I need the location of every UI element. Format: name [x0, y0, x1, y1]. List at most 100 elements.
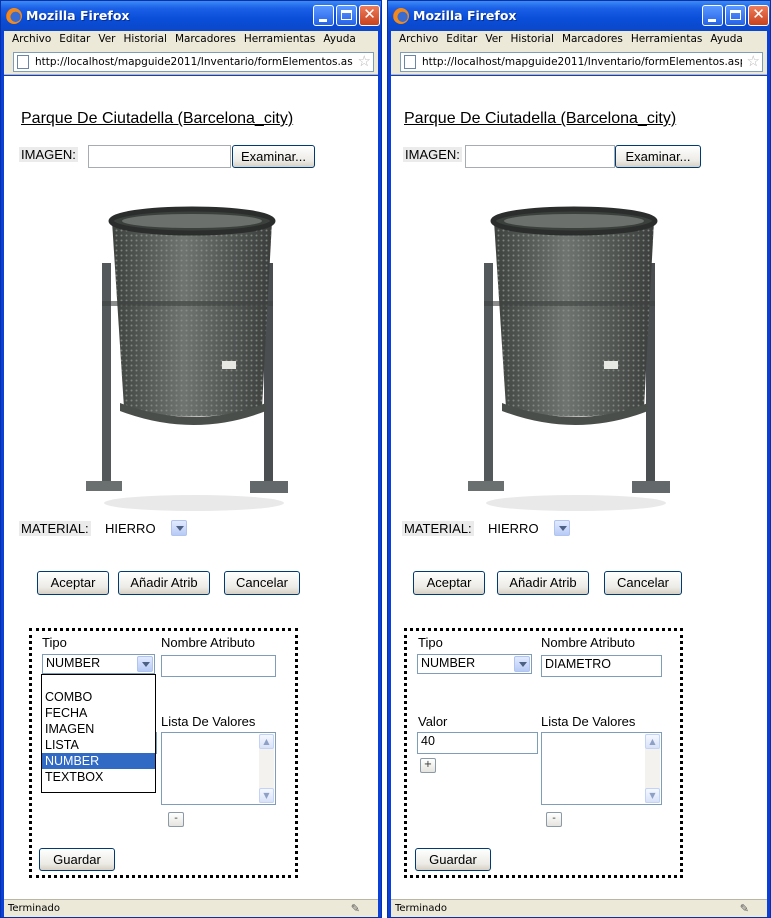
save-button[interactable]: Guardar — [415, 848, 491, 871]
tipo-label: Tipo — [418, 635, 443, 650]
menu-archivo[interactable]: Archivo — [12, 33, 51, 45]
valor-label: Valor — [418, 714, 448, 729]
menu-ayuda[interactable]: Ayuda — [710, 33, 742, 45]
menu-editar[interactable]: Editar — [446, 33, 477, 45]
menu-editar[interactable]: Editar — [59, 33, 90, 45]
tipo-select[interactable]: NUMBER — [417, 654, 532, 674]
scroll-up-icon[interactable]: ▲ — [645, 734, 660, 749]
page-title[interactable]: Parque De Ciutadella (Barcelona_city) — [404, 110, 676, 128]
menu-herramientas[interactable]: Herramientas — [631, 33, 703, 45]
tipo-select[interactable]: NUMBER — [42, 654, 155, 674]
trash-bin-image — [468, 206, 670, 511]
title-bar[interactable]: Mozilla Firefox ✕ — [388, 1, 770, 31]
valor-input[interactable]: 40 — [417, 732, 538, 754]
dropdown-option-lista[interactable]: LISTA — [42, 737, 155, 753]
material-select[interactable] — [168, 519, 188, 539]
scroll-down-icon[interactable]: ▼ — [259, 788, 274, 803]
scrollbar[interactable]: ▲ ▼ — [645, 734, 660, 803]
status-bar: Terminado ✎ — [391, 899, 767, 917]
lista-valores-textarea[interactable]: ▲ ▼ — [161, 732, 276, 805]
nombre-atributo-input[interactable]: DIAMETRO — [541, 655, 662, 677]
menu-historial[interactable]: Historial — [511, 33, 554, 45]
browser-window-right: Mozilla Firefox ✕ Archivo Editar Ver Histor… — [387, 0, 771, 918]
tipo-dropdown-list[interactable]: COMBO FECHA IMAGEN LISTA NUMBER TEXTBOX — [41, 674, 156, 793]
dropdown-option-imagen[interactable]: IMAGEN — [42, 721, 155, 737]
navigation-bar: http://localhost/mapguide2011/Inventario… — [391, 49, 767, 75]
scrollbar[interactable]: ▲ ▼ — [259, 734, 274, 803]
dropdown-option-number[interactable]: NUMBER — [42, 753, 155, 769]
browse-button[interactable]: Examinar... — [615, 145, 701, 168]
address-bar[interactable]: http://localhost/mapguide2011/Inventario… — [13, 52, 374, 72]
browse-button[interactable]: Examinar... — [232, 145, 315, 168]
minimize-button[interactable] — [702, 5, 723, 26]
lista-valores-label: Lista De Valores — [161, 714, 256, 729]
accept-button[interactable]: Aceptar — [37, 571, 109, 595]
cancel-button[interactable]: Cancelar — [604, 571, 682, 595]
scroll-down-icon[interactable]: ▼ — [645, 788, 660, 803]
maximize-button[interactable] — [336, 5, 357, 26]
menu-marcadores[interactable]: Marcadores — [175, 33, 236, 45]
close-button[interactable]: ✕ — [359, 5, 380, 26]
status-bar: Terminado ✎ — [4, 899, 378, 917]
close-icon: ✕ — [752, 5, 765, 23]
page-icon — [17, 55, 29, 69]
menu-ver[interactable]: Ver — [98, 33, 115, 45]
tipo-select-value: NUMBER — [421, 656, 476, 670]
chevron-down-icon — [514, 656, 530, 672]
add-attribute-button[interactable]: Añadir Atrib — [497, 571, 589, 595]
save-button[interactable]: Guardar — [39, 848, 115, 871]
maximize-icon — [341, 10, 352, 20]
page-title[interactable]: Parque De Ciutadella (Barcelona_city) — [21, 110, 293, 128]
add-value-button[interactable]: + — [420, 758, 436, 773]
close-button[interactable]: ✕ — [748, 5, 769, 26]
image-file-input[interactable] — [465, 145, 615, 168]
menu-bar: Archivo Editar Ver Historial Marcadores Herra… — [4, 31, 378, 49]
menu-herramientas[interactable]: Herramientas — [244, 33, 316, 45]
menu-bar: Archivo Editar Ver Historial Marcadores Herra… — [391, 31, 767, 49]
remove-value-button[interactable]: - — [168, 812, 184, 827]
bookmark-star-icon[interactable]: ☆ — [747, 52, 760, 70]
title-bar[interactable]: Mozilla Firefox ✕ — [1, 1, 381, 31]
cancel-button[interactable]: Cancelar — [224, 571, 300, 595]
menu-marcadores[interactable]: Marcadores — [562, 33, 623, 45]
material-value: HIERRO — [105, 521, 156, 536]
remove-value-button[interactable]: - — [546, 812, 562, 827]
maximize-button[interactable] — [725, 5, 746, 26]
nombre-atributo-label: Nombre Atributo — [541, 635, 635, 650]
bookmark-star-icon[interactable]: ☆ — [358, 52, 371, 70]
page-icon — [404, 55, 416, 69]
menu-archivo[interactable]: Archivo — [399, 33, 438, 45]
scroll-up-icon[interactable]: ▲ — [259, 734, 274, 749]
add-attribute-button[interactable]: Añadir Atrib — [118, 571, 210, 595]
url-text: http://localhost/mapguide2011/Inventario… — [35, 56, 353, 68]
tipo-label: Tipo — [42, 635, 67, 650]
menu-historial[interactable]: Historial — [124, 33, 167, 45]
lista-valores-textarea[interactable]: ▲ ▼ — [541, 732, 662, 805]
menu-ayuda[interactable]: Ayuda — [323, 33, 355, 45]
nombre-atributo-label: Nombre Atributo — [161, 635, 255, 650]
dropdown-option-fecha[interactable]: FECHA — [42, 705, 155, 721]
dropdown-option-combo[interactable]: COMBO — [42, 689, 155, 705]
image-file-input[interactable] — [88, 145, 231, 168]
image-label: IMAGEN: — [403, 147, 462, 162]
chevron-down-icon — [137, 656, 153, 672]
minimize-icon — [319, 19, 327, 22]
material-label: MATERIAL: — [402, 521, 474, 536]
accept-button[interactable]: Aceptar — [413, 571, 485, 595]
firefox-logo-icon — [6, 8, 22, 24]
address-bar[interactable]: http://localhost/mapguide2011/Inventario… — [400, 52, 763, 72]
firefox-logo-icon — [393, 8, 409, 24]
browser-window-left: Mozilla Firefox ✕ Archivo Editar Ver Histor… — [0, 0, 382, 918]
lista-valores-label: Lista De Valores — [541, 714, 636, 729]
trash-bin-image — [86, 206, 288, 511]
minimize-button[interactable] — [313, 5, 334, 26]
tipo-select-value: NUMBER — [46, 656, 101, 670]
menu-ver[interactable]: Ver — [485, 33, 502, 45]
material-select[interactable] — [551, 519, 571, 539]
close-icon: ✕ — [363, 5, 376, 23]
status-text: Terminado — [395, 903, 447, 914]
dropdown-option-textbox[interactable]: TEXTBOX — [42, 769, 155, 785]
status-text: Terminado — [8, 903, 60, 914]
image-label: IMAGEN: — [19, 147, 78, 162]
nombre-atributo-input[interactable] — [161, 655, 276, 677]
